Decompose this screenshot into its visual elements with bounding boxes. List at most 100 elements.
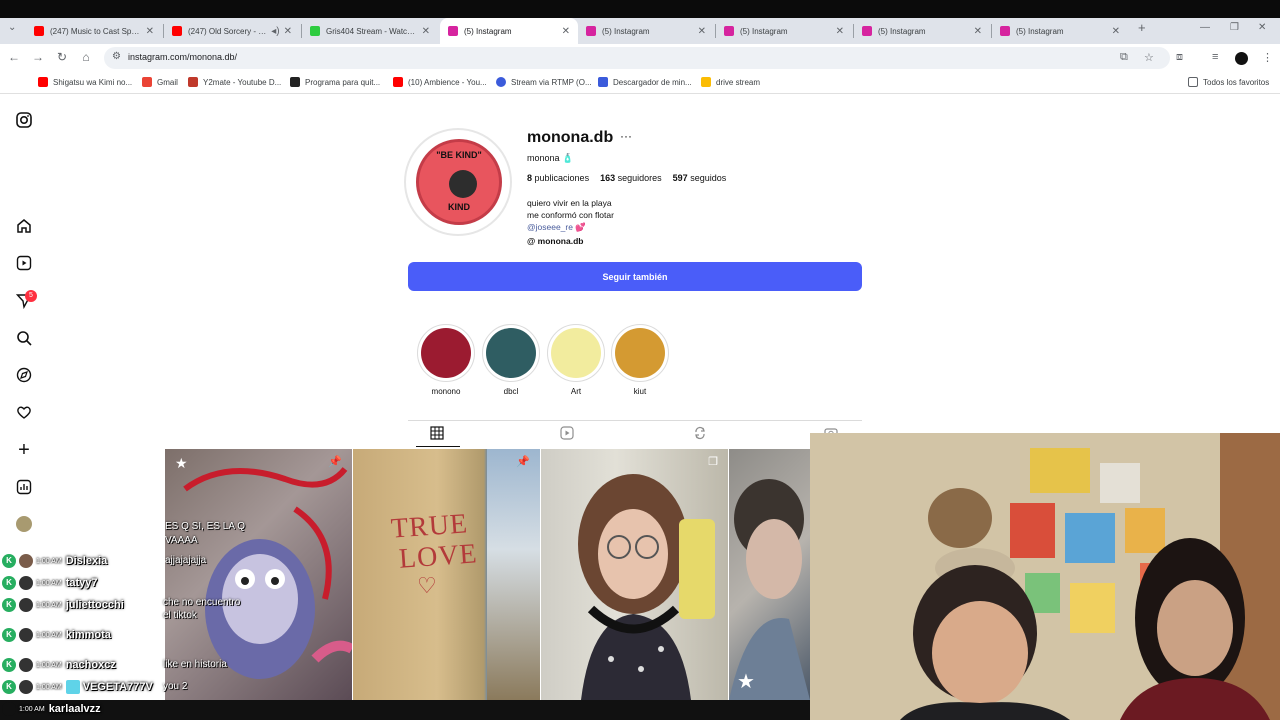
speaker-icon[interactable]: ◂) [271,26,279,37]
chat-message: K 1:00 AM juliettocchi [2,597,124,613]
highlight-3[interactable]: Art [547,324,605,396]
chat-message: K 1:00 AM nachoxcz [2,657,116,673]
bookmark-label: Descargador de min... [613,77,692,87]
bookmark-label: drive stream [716,77,761,87]
tab-title: (247) Music to Cast Spells [50,26,142,36]
highlight-1[interactable]: monono [417,324,475,396]
back-icon[interactable]: ← [6,50,22,64]
threads-handle-text: monona.db [537,236,584,246]
kick-badge-icon: K [2,628,16,642]
threads-link[interactable]: @ monona.db [527,236,583,246]
bookmark-1[interactable]: Shigatsu wa Kimi no... [38,77,132,87]
media-controls-icon[interactable]: ≡ [1212,51,1218,63]
bookmark-label: Gmail [157,77,178,87]
highlight-cover [551,328,601,378]
browser-tab-4-active[interactable]: (5) Instagram ✕ [440,18,578,44]
bookmark-6[interactable]: Stream via RTMP (O... [496,77,592,87]
bookmark-5[interactable]: (10) Ambience - You... [393,77,487,87]
browser-tab-6[interactable]: (5) Instagram ✕ [716,18,852,44]
post-4-photo[interactable]: ★ [729,449,810,700]
instagram-icon [448,26,458,36]
restream-icon [496,77,506,87]
tab-close-icon[interactable]: ✕ [1112,26,1120,37]
chat-message-text: el tiktok [163,610,197,621]
browser-tab-2[interactable]: (247) Old Sorcery - Re ◂) ✕ [164,18,300,44]
bookmark-label: Shigatsu wa Kimi no... [53,77,133,87]
install-app-icon[interactable]: ⧉ [1120,51,1128,64]
new-tab-icon[interactable]: + [1138,20,1146,35]
minimize-icon[interactable]: — [1200,22,1210,33]
chat-message: K 1:00 AM Dislexia [2,553,107,569]
y2mate-icon [188,77,198,87]
post-2-true-love[interactable]: TRUE LOVE ♡ 📌 [353,449,540,700]
profile-thumb-icon[interactable] [14,514,34,534]
reels-tab-icon[interactable] [560,426,574,443]
extensions-icon[interactable]: ⧈ [1176,51,1183,64]
browser-tab-5[interactable]: (5) Instagram ✕ [578,18,714,44]
tab-close-icon[interactable]: ✕ [562,26,570,37]
menu-icon[interactable]: ⋮ [1262,51,1273,64]
post-3-selfie[interactable]: ❐ [541,449,728,700]
browser-tab-8[interactable]: (5) Instagram ✕ [992,18,1128,44]
more-options-icon[interactable]: ··· [620,129,632,143]
dashboard-icon[interactable] [14,477,34,497]
highlight-label: monono [431,387,461,396]
threads-icon: @ [527,236,536,246]
highlight-cover [486,328,536,378]
chat-avatar [19,576,33,590]
address-url[interactable]: instagram.com/monona.db/ [128,52,237,62]
webcam-video [810,433,1280,720]
posts-label: publicaciones [534,173,590,183]
post-overlay-text: VAAAA [165,535,198,546]
kick-icon [310,26,320,36]
bookmark-8[interactable]: drive stream [701,77,760,87]
reposts-tab-icon[interactable] [693,426,707,443]
bio-mention-link[interactable]: @joseee_re 💕 [527,222,586,233]
browser-tab-7[interactable]: (5) Instagram ✕ [854,18,990,44]
reload-icon[interactable]: ↻ [54,50,70,64]
app-icon [290,77,300,87]
bookmark-star-icon[interactable]: ☆ [1144,51,1154,64]
tab-close-icon[interactable]: ✕ [974,26,982,37]
bookmark-label: Y2mate - Youtube D... [203,77,282,87]
tab-close-icon[interactable]: ✕ [146,26,154,37]
posts-grid-tab-icon[interactable] [430,426,444,443]
profile-avatar-icon[interactable] [1235,52,1248,65]
follow-back-button[interactable]: Seguir también [408,262,862,291]
search-icon[interactable] [14,328,34,348]
highlight-4[interactable]: kiut [611,324,669,396]
following-stat[interactable]: 597 seguidos [673,173,727,183]
heart-icon[interactable] [14,402,34,422]
tab-close-icon[interactable]: ✕ [284,26,292,37]
bookmark-4[interactable]: Programa para quit... [290,77,380,87]
profile-avatar[interactable]: "BE KIND" KIND [404,128,512,236]
bookmark-2[interactable]: Gmail [142,77,178,87]
home-icon[interactable] [14,216,34,236]
browser-tab-3[interactable]: Gris404 Stream - Watch L ✕ [302,18,438,44]
maximize-icon[interactable]: ❐ [1230,22,1239,33]
tab-search-icon[interactable]: ⌄ [8,22,16,33]
browser-tab-1[interactable]: (247) Music to Cast Spells ✕ [26,18,162,44]
tab-close-icon[interactable]: ✕ [698,26,706,37]
forward-icon[interactable]: → [30,50,46,64]
site-info-icon[interactable]: ⚙ [112,51,121,62]
chat-time: 1:00 AM [36,601,62,609]
home-icon[interactable]: ⌂ [78,50,94,64]
star-sticker-icon: ★ [737,671,755,693]
close-window-icon[interactable]: ✕ [1258,22,1266,33]
avatar-sticker-text-bottom: KIND [448,202,470,212]
bookmark-7[interactable]: Descargador de min... [598,77,692,87]
address-bar[interactable]: ⚙ instagram.com/monona.db/ ⧉ ☆ [104,47,1170,69]
all-bookmarks-folder[interactable]: Todos los favoritos [1188,77,1269,87]
followers-stat[interactable]: 163 seguidores [600,173,662,183]
explore-icon[interactable] [14,365,34,385]
create-plus-icon[interactable]: + [14,439,34,461]
chat-username: Dislexia [65,555,108,567]
stream-chat-overlay: K 1:00 AM Dislexia K 1:00 AM tatyy7 K 1:00 AM… [0,550,240,720]
reels-icon[interactable] [14,253,34,273]
tab-close-icon[interactable]: ✕ [422,26,430,37]
instagram-logo-icon[interactable] [14,110,34,130]
highlight-2[interactable]: dbcl [482,324,540,396]
bookmark-3[interactable]: Y2mate - Youtube D... [188,77,281,87]
tab-close-icon[interactable]: ✕ [836,26,844,37]
